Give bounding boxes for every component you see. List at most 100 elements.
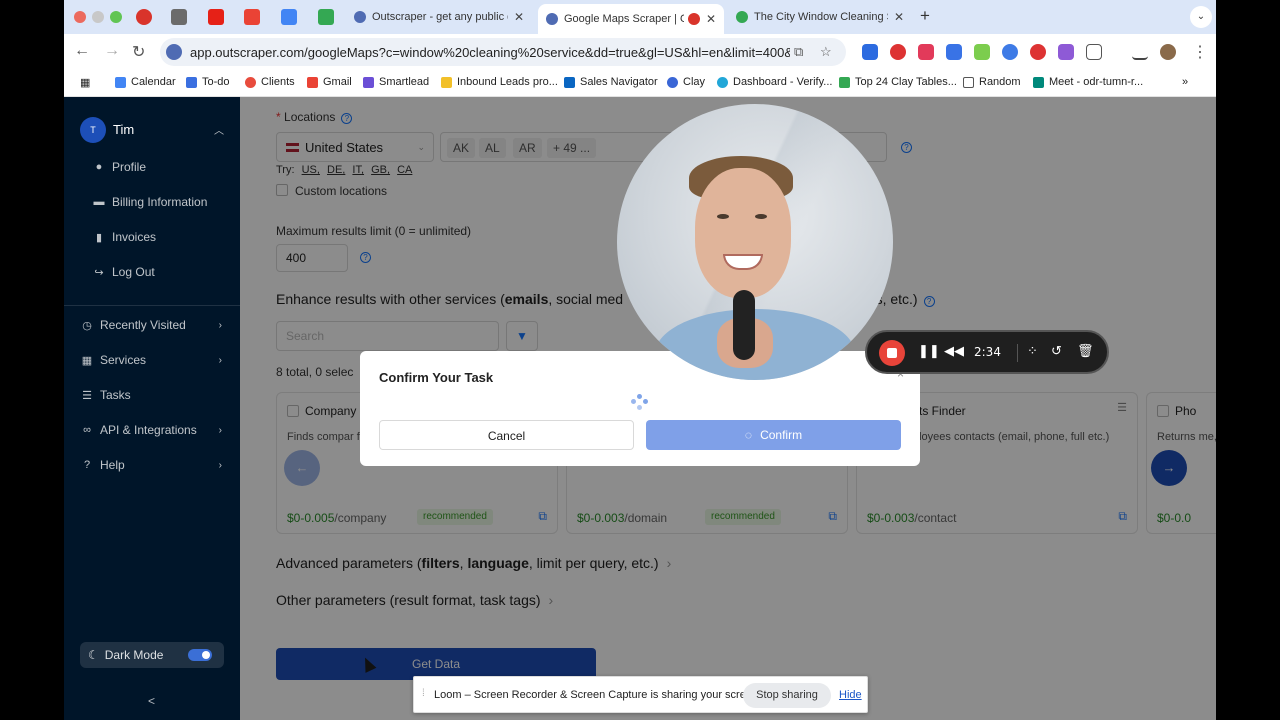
recording-icon — [687, 13, 700, 25]
restart-icon[interactable]: ↺ — [1051, 343, 1062, 359]
screen: Outscraper - get any public d ✕ Google M… — [64, 0, 1216, 720]
gmail-tab-icon[interactable] — [244, 9, 260, 25]
sidebar-item-billing[interactable]: ▬ Billing Information — [92, 195, 208, 209]
bookmark-todo[interactable]: To-do — [186, 76, 230, 88]
pinned-tab-icon[interactable] — [171, 9, 187, 25]
loading-spinner-icon — [631, 394, 649, 412]
calendar-tab-icon[interactable] — [318, 9, 334, 25]
extension-icon[interactable] — [862, 44, 878, 60]
bookmark-gmail[interactable]: Gmail — [307, 76, 352, 88]
stop-sharing-button[interactable]: Stop sharing — [743, 683, 831, 708]
bookmark-clay[interactable]: Clay — [667, 76, 705, 88]
logout-icon: ↪ — [94, 266, 104, 279]
bookmark-clay-tables[interactable]: Top 24 Clay Tables... — [839, 76, 957, 88]
pinned-tab-icon[interactable] — [136, 9, 152, 25]
user-icon: ● — [95, 161, 103, 173]
dashboard-icon — [717, 76, 728, 88]
browser-tab-strip: Outscraper - get any public d ✕ Google M… — [64, 0, 1216, 34]
minimize-window-icon[interactable] — [92, 11, 104, 23]
clock-icon: ◷ — [82, 319, 92, 332]
extension-icon[interactable] — [946, 44, 962, 60]
close-tab-icon[interactable]: ✕ — [894, 10, 904, 24]
calendar-icon — [115, 76, 126, 88]
address-bar[interactable]: app.outscraper.com/googleMaps?c=window%2… — [160, 38, 846, 66]
camera-bubble[interactable] — [617, 104, 893, 380]
sidebar-item-logout[interactable]: ↪ Log Out — [92, 265, 154, 279]
media-control-icon[interactable] — [1132, 44, 1148, 60]
extension-icon[interactable] — [1030, 44, 1046, 60]
hide-link[interactable]: Hide — [839, 689, 862, 701]
outscraper-favicon — [354, 11, 366, 23]
forward-icon[interactable]: → — [104, 42, 120, 60]
confirm-button[interactable]: ◌ Confirm — [646, 420, 901, 450]
profile-avatar[interactable] — [1160, 44, 1176, 60]
bookmark-star-icon[interactable]: ☆ — [820, 44, 832, 60]
back-icon[interactable]: ← — [74, 42, 90, 60]
sidebar-item-api-integrations[interactable]: ∞ API & Integrations › — [80, 423, 230, 437]
bookmark-clients[interactable]: Clients — [245, 76, 295, 88]
new-tab-button[interactable]: + — [920, 6, 930, 26]
bookmark-smartlead[interactable]: Smartlead — [363, 76, 429, 88]
dark-mode-row: ☾ Dark Mode — [80, 642, 224, 668]
apps-grid-icon[interactable]: ▦ — [80, 76, 90, 89]
dark-mode-toggle[interactable] — [188, 649, 212, 661]
user-name[interactable]: Tim — [113, 122, 134, 137]
drawing-icon[interactable]: ⁘ — [1027, 343, 1038, 359]
app-sidebar: T Tim ︿ ● Profile ▬ Billing Information ▮ I… — [64, 97, 240, 720]
drag-handle-icon[interactable]: ⁞ — [422, 688, 425, 699]
trash-icon[interactable]: 🗑 — [1077, 343, 1094, 359]
close-window-icon[interactable] — [74, 11, 86, 23]
divider — [1017, 344, 1018, 362]
tab-city-window-cleaning[interactable]: The City Window Cleaning Sp ✕ — [728, 4, 912, 30]
meet-icon — [1033, 76, 1044, 88]
chevron-up-icon[interactable]: ︿ — [214, 122, 224, 137]
list-icon: ☰ — [82, 389, 92, 402]
sidebar-item-help[interactable]: ? Help › — [80, 458, 230, 472]
stop-icon — [887, 348, 897, 358]
browser-menu-icon[interactable]: ⋮ — [1192, 42, 1208, 62]
grid-icon: ▦ — [81, 354, 93, 367]
extension-icon[interactable] — [1002, 44, 1018, 60]
loom-controls: ❚❚ ◀◀ 2:34 ⁘ ↺ 🗑 — [865, 330, 1109, 374]
site-info-icon[interactable] — [166, 44, 182, 60]
bookmark-sales-navigator[interactable]: Sales Navigator — [564, 76, 658, 88]
sidebar-item-recently-visited[interactable]: ◷ Recently Visited › — [80, 318, 230, 332]
cancel-button[interactable]: Cancel — [379, 420, 634, 450]
sidebar-item-services[interactable]: ▦ Services › — [80, 353, 230, 367]
close-tab-icon[interactable]: ✕ — [514, 10, 524, 24]
chevron-right-icon: › — [218, 319, 222, 331]
sidebar-item-invoices[interactable]: ▮ Invoices — [92, 230, 156, 244]
extension-icon[interactable] — [918, 44, 934, 60]
tab-search-icon[interactable]: ⌄ — [1190, 6, 1212, 28]
google-maps-favicon — [736, 11, 748, 23]
extension-icon[interactable] — [1058, 44, 1074, 60]
bookmark-dashboard[interactable]: Dashboard - Verify... — [717, 76, 832, 88]
docs-tab-icon[interactable] — [281, 9, 297, 25]
tab-google-maps-scraper[interactable]: Google Maps Scraper | Ou ✕ — [538, 4, 724, 34]
more-bookmarks-icon[interactable]: » — [1182, 76, 1188, 88]
sidebar-item-profile[interactable]: ● Profile — [92, 160, 146, 174]
rewind-icon[interactable]: ◀◀ — [944, 343, 964, 359]
avatar[interactable]: T — [80, 117, 106, 143]
bookmark-random[interactable]: Random — [963, 76, 1021, 88]
question-icon: ? — [83, 459, 91, 471]
link-icon: ∞ — [83, 424, 91, 436]
collapse-sidebar-icon[interactable]: < — [148, 694, 155, 708]
tab-outscraper[interactable]: Outscraper - get any public d ✕ — [346, 4, 532, 30]
stop-recording-button[interactable] — [879, 340, 905, 366]
extension-icon[interactable] — [890, 44, 906, 60]
sidebar-item-tasks[interactable]: ☰ Tasks — [80, 388, 230, 402]
bookmark-meet[interactable]: Meet - odr-tumn-r... — [1033, 76, 1143, 88]
bookmark-calendar[interactable]: Calendar — [115, 76, 176, 88]
extension-icon[interactable] — [974, 44, 990, 60]
camera-person-eye — [717, 214, 729, 219]
install-app-icon[interactable]: ⧉ — [794, 44, 803, 60]
bookmark-inbound-leads[interactable]: Inbound Leads pro... — [441, 76, 558, 88]
maximize-window-icon[interactable] — [110, 11, 122, 23]
close-tab-icon[interactable]: ✕ — [706, 12, 716, 26]
youtube-tab-icon[interactable] — [208, 9, 224, 25]
reload-icon[interactable]: ↻ — [132, 42, 145, 62]
extensions-puzzle-icon[interactable] — [1086, 44, 1102, 60]
pause-icon[interactable]: ❚❚ — [918, 343, 940, 359]
inbound-leads-icon — [441, 76, 452, 88]
